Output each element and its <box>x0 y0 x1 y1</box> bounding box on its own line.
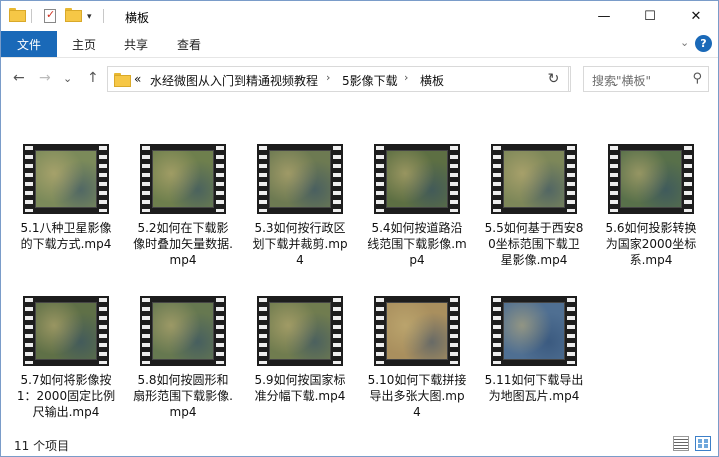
video-preview <box>152 150 214 208</box>
forward-button[interactable]: → <box>39 70 51 86</box>
video-preview <box>152 302 214 360</box>
divider <box>31 9 32 23</box>
video-preview <box>269 150 331 208</box>
divider <box>103 9 104 23</box>
explorer-window: ▾ 横板 — ☐ ✕ 文件 主页 共享 查看 ⌄ ? ← → ⌄ ↑ « 水经微… <box>0 0 719 457</box>
folder-icon <box>114 73 131 87</box>
search-box[interactable]: 搜索"横板" ⚲ <box>583 66 709 92</box>
file-item[interactable]: 5.7如何将影像按1：2000固定比例尺输出.mp4 <box>11 296 121 420</box>
video-thumbnail <box>491 144 577 214</box>
file-item[interactable]: 5.6如何投影转换为国家2000坐标系.mp4 <box>596 144 706 268</box>
video-thumbnail <box>140 296 226 366</box>
breadcrumb-separator[interactable]: › <box>404 71 408 84</box>
tab-home[interactable]: 主页 <box>72 36 96 53</box>
help-icon[interactable]: ? <box>695 35 712 52</box>
navigation-bar: ← → ⌄ ↑ « 水经微图从入门到精通视频教程 › 5影像下载 › 横板 ⌄ … <box>1 57 718 101</box>
video-preview <box>386 150 448 208</box>
video-thumbnail <box>374 144 460 214</box>
file-item[interactable]: 5.10如何下载拼接导出多张大图.mp4 <box>362 296 472 420</box>
video-thumbnail <box>257 144 343 214</box>
breadcrumb-overflow[interactable]: « <box>134 72 141 86</box>
close-button[interactable]: ✕ <box>673 1 719 31</box>
minimize-button[interactable]: — <box>581 1 627 31</box>
large-icons-view-icon[interactable] <box>695 436 711 451</box>
file-item[interactable]: 5.9如何按国家标准分幅下载.mp4 <box>245 296 355 404</box>
video-preview <box>386 302 448 360</box>
up-button[interactable]: ↑ <box>87 70 99 86</box>
video-thumbnail <box>140 144 226 214</box>
tab-file[interactable]: 文件 <box>1 31 57 57</box>
refresh-button[interactable]: ↻ <box>539 66 569 92</box>
breadcrumb-item[interactable]: 横板 <box>420 72 444 89</box>
file-name: 5.4如何按道路沿线范围下载影像.mp4 <box>367 221 467 267</box>
search-input[interactable]: 搜索"横板" <box>592 72 651 89</box>
tab-view[interactable]: 查看 <box>177 36 201 53</box>
status-bar: 11 个项目 <box>1 432 718 456</box>
video-thumbnail <box>23 296 109 366</box>
file-name: 5.1八种卫星影像的下载方式.mp4 <box>20 221 112 251</box>
breadcrumb-item[interactable]: 5影像下载 <box>342 72 398 89</box>
back-button[interactable]: ← <box>13 70 25 86</box>
video-preview <box>269 302 331 360</box>
video-preview <box>503 302 565 360</box>
item-count: 11 个项目 <box>14 439 70 453</box>
video-thumbnail <box>374 296 460 366</box>
file-name: 5.5如何基于西安80坐标范围下载卫星影像.mp4 <box>484 221 584 267</box>
file-name: 5.9如何按国家标准分幅下载.mp4 <box>254 373 346 403</box>
breadcrumb-item[interactable]: 水经微图从入门到精通视频教程 <box>150 72 318 89</box>
file-view: 5.1八种卫星影像的下载方式.mp4 5.2如何在下载影像时叠加矢量数据.mp4… <box>1 102 718 432</box>
address-bar[interactable]: « 水经微图从入门到精通视频教程 › 5影像下载 › 横板 ⌄ <box>107 66 620 92</box>
title-bar: ▾ 横板 — ☐ ✕ <box>1 1 718 31</box>
file-item[interactable]: 5.8如何按圆形和扇形范围下载影像.mp4 <box>128 296 238 420</box>
video-thumbnail <box>257 296 343 366</box>
file-name: 5.7如何将影像按1：2000固定比例尺输出.mp4 <box>16 373 116 419</box>
video-thumbnail <box>491 296 577 366</box>
file-name: 5.8如何按圆形和扇形范围下载影像.mp4 <box>133 373 233 419</box>
file-name: 5.2如何在下载影像时叠加矢量数据.mp4 <box>133 221 233 267</box>
search-icon[interactable]: ⚲ <box>692 71 702 86</box>
file-item[interactable]: 5.2如何在下载影像时叠加矢量数据.mp4 <box>128 144 238 268</box>
window-title: 横板 <box>125 11 150 25</box>
video-preview <box>620 150 682 208</box>
video-thumbnail <box>608 144 694 214</box>
file-item[interactable]: 5.11如何下载导出为地图瓦片.mp4 <box>479 296 589 404</box>
details-view-icon[interactable] <box>673 436 689 451</box>
video-thumbnail <box>23 144 109 214</box>
file-item[interactable]: 5.3如何按行政区划下载并裁剪.mp4 <box>245 144 355 268</box>
file-item[interactable]: 5.4如何按道路沿线范围下载影像.mp4 <box>362 144 472 268</box>
file-name: 5.3如何按行政区划下载并裁剪.mp4 <box>252 221 348 267</box>
recent-locations-button[interactable]: ⌄ <box>63 72 72 85</box>
customize-quick-access-icon[interactable]: ▾ <box>87 12 92 22</box>
breadcrumb-separator[interactable]: › <box>326 71 330 84</box>
video-preview <box>503 150 565 208</box>
maximize-button[interactable]: ☐ <box>627 1 673 31</box>
properties-icon[interactable] <box>44 8 56 23</box>
file-item[interactable]: 5.5如何基于西安80坐标范围下载卫星影像.mp4 <box>479 144 589 268</box>
file-name: 5.11如何下载导出为地图瓦片.mp4 <box>484 373 584 403</box>
ribbon: 文件 主页 共享 查看 ⌄ ? <box>1 31 718 57</box>
file-name: 5.6如何投影转换为国家2000坐标系.mp4 <box>605 221 697 267</box>
file-item[interactable]: 5.1八种卫星影像的下载方式.mp4 <box>11 144 121 252</box>
file-name: 5.10如何下载拼接导出多张大图.mp4 <box>367 373 467 419</box>
video-preview <box>35 302 97 360</box>
tab-share[interactable]: 共享 <box>124 36 148 53</box>
video-preview <box>35 150 97 208</box>
expand-ribbon-icon[interactable]: ⌄ <box>680 36 689 49</box>
